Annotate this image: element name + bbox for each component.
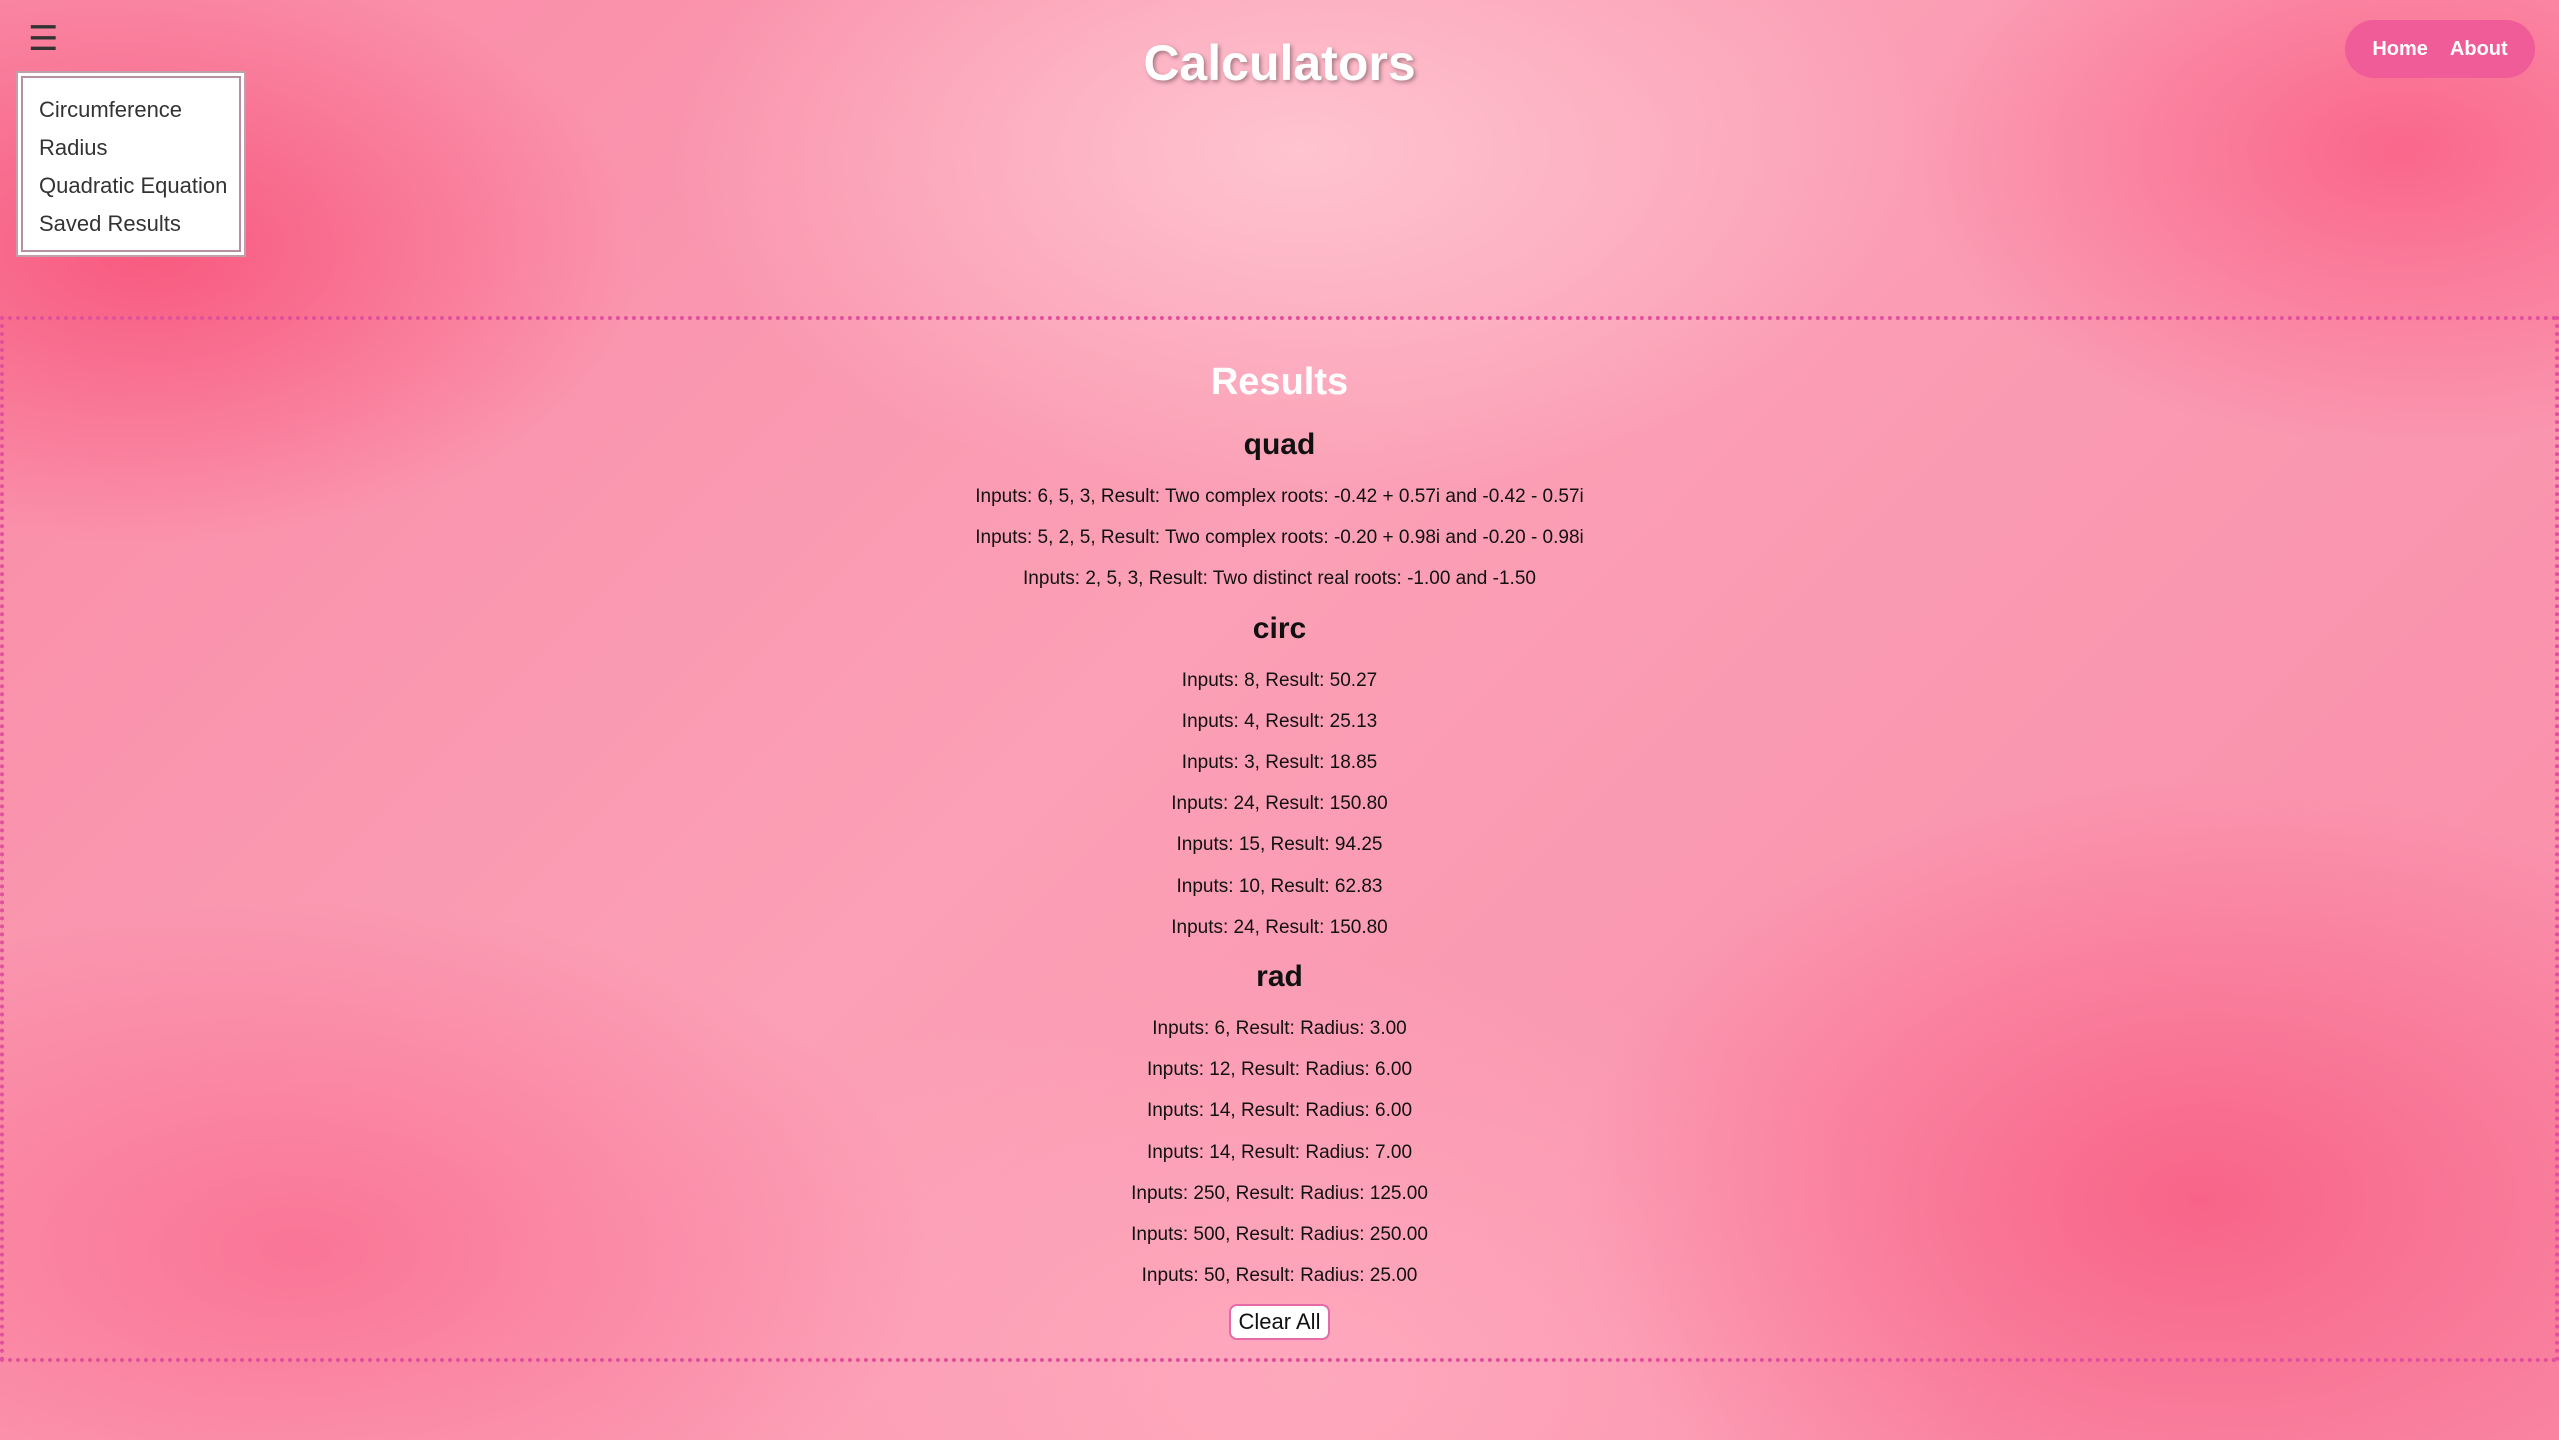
result-item: Inputs: 3, Result: 18.85 xyxy=(1181,752,1378,774)
result-item: Inputs: 250, Result: Radius: 125.00 xyxy=(1131,1182,1428,1204)
result-list-rad: Inputs: 6, Result: Radius: 3.00 Inputs: … xyxy=(4,1008,2555,1296)
result-list-quad: Inputs: 6, 5, 3, Result: Two complex roo… xyxy=(4,476,2555,600)
nav-home-link[interactable]: Home xyxy=(2372,38,2428,61)
sidebar-dropdown-menu: Circumference Radius Quadratic Equation … xyxy=(16,71,246,257)
result-item: Inputs: 500, Result: Radius: 250.00 xyxy=(1131,1224,1428,1246)
result-item: Inputs: 14, Result: Radius: 6.00 xyxy=(1146,1100,1413,1122)
results-heading: Results xyxy=(1210,361,1349,403)
result-item: Inputs: 6, Result: Radius: 3.00 xyxy=(1152,1018,1407,1040)
result-item: Inputs: 24, Result: 150.80 xyxy=(1171,793,1388,815)
result-item: Inputs: 2, 5, 3, Result: Two distinct re… xyxy=(1023,568,1536,590)
result-item: Inputs: 50, Result: Radius: 25.00 xyxy=(1141,1265,1418,1287)
clear-all-button[interactable]: Clear All xyxy=(1228,1304,1331,1341)
result-item: Inputs: 5, 2, 5, Result: Two complex roo… xyxy=(975,527,1584,549)
top-navigation: Home About xyxy=(2345,20,2535,78)
result-item: Inputs: 15, Result: 94.25 xyxy=(1176,834,1383,856)
menu-item-radius[interactable]: Radius xyxy=(18,129,244,167)
group-title-rad: rad xyxy=(1256,960,1303,994)
result-item: Inputs: 6, 5, 3, Result: Two complex roo… xyxy=(975,486,1584,507)
group-title-circ: circ xyxy=(1252,611,1307,645)
result-item: Inputs: 14, Result: Radius: 7.00 xyxy=(1146,1141,1413,1163)
result-list-circ: Inputs: 8, Result: 50.27 Inputs: 4, Resu… xyxy=(4,660,2555,948)
results-panel: Results quad Inputs: 6, 5, 3, Result: Tw… xyxy=(0,316,2559,1362)
nav-about-link[interactable]: About xyxy=(2450,38,2508,61)
page-title: Calculators xyxy=(1143,35,1416,91)
result-item: Inputs: 4, Result: 25.13 xyxy=(1181,710,1378,732)
menu-item-quadratic-equation[interactable]: Quadratic Equation xyxy=(18,167,244,205)
result-item: Inputs: 8, Result: 50.27 xyxy=(1181,669,1378,691)
menu-item-saved-results[interactable]: Saved Results xyxy=(18,205,244,243)
result-item: Inputs: 12, Result: Radius: 6.00 xyxy=(1146,1059,1413,1081)
result-item: Inputs: 24, Result: 150.80 xyxy=(1171,916,1388,938)
result-item: Inputs: 10, Result: 62.83 xyxy=(1176,875,1383,897)
group-title-quad: quad xyxy=(1243,428,1316,461)
menu-item-circumference[interactable]: Circumference xyxy=(18,91,244,129)
